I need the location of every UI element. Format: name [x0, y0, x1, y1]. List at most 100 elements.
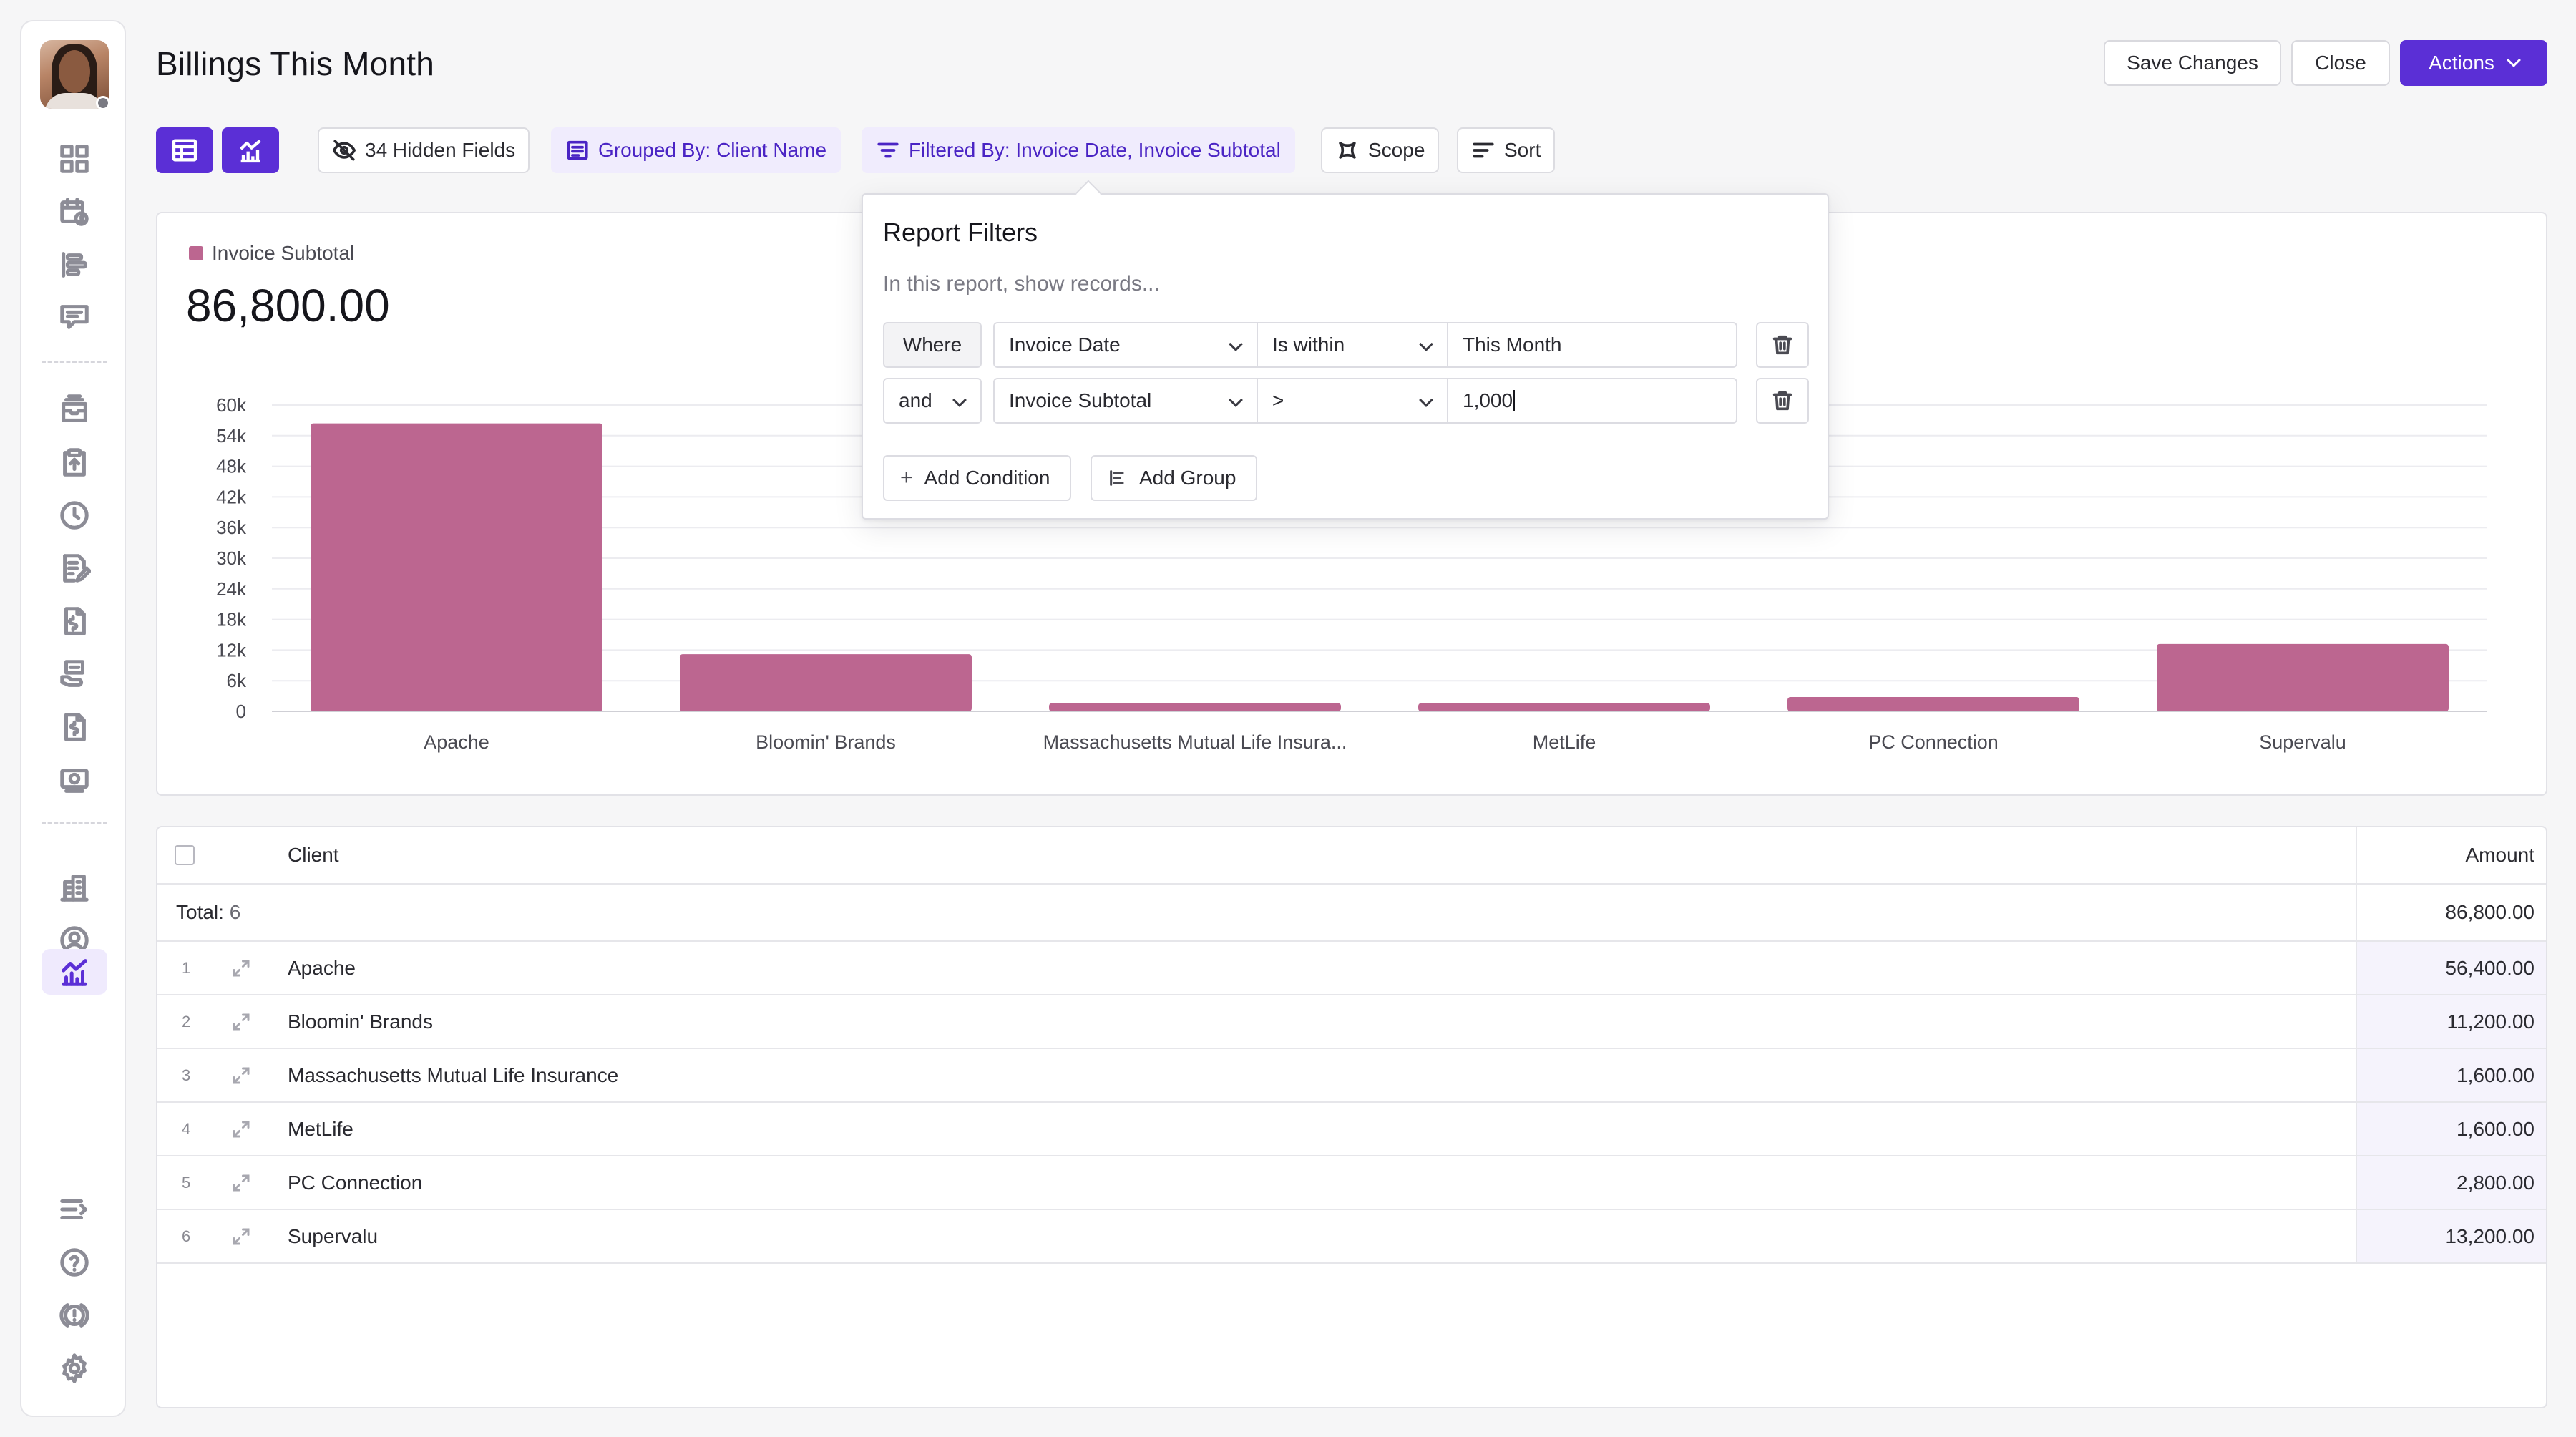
grouped-by-label: Grouped By: Client Name	[598, 139, 827, 161]
timeline-icon[interactable]	[54, 245, 94, 285]
filtered-by-label: Filtered By: Invoice Date, Invoice Subto…	[909, 139, 1281, 161]
row-index: 6	[182, 1227, 191, 1245]
table-row[interactable]: 1 Apache 56,400.00	[157, 942, 2546, 995]
condition-1-operator-select[interactable]: Is within	[1257, 322, 1448, 368]
data-table: Client Amount Total: 6 86,800.00 1 Apache…	[156, 826, 2547, 1408]
expand-row-icon[interactable]	[230, 1172, 252, 1194]
clock-icon[interactable]	[54, 495, 94, 535]
hidden-fields-button[interactable]: 34 Hidden Fields	[318, 127, 530, 173]
feedback-icon[interactable]	[54, 1295, 94, 1335]
bar[interactable]	[1787, 697, 2079, 711]
table-row[interactable]: 2 Bloomin' Brands 11,200.00	[157, 995, 2546, 1049]
bar[interactable]	[1418, 703, 1710, 711]
delete-condition-2-button[interactable]	[1756, 378, 1809, 424]
add-condition-label: Add Condition	[924, 467, 1050, 489]
row-index: 1	[182, 958, 191, 977]
column-header-client[interactable]: Client	[288, 844, 339, 867]
table-view-button[interactable]	[156, 127, 213, 173]
plus-icon: +	[900, 466, 913, 489]
x-tick-label: MetLife	[1533, 731, 1596, 753]
trash-icon	[1772, 335, 1792, 355]
bar[interactable]	[680, 654, 972, 711]
amount-cell: 56,400.00	[2356, 942, 2546, 994]
sort-button[interactable]: Sort	[1457, 127, 1556, 173]
chevron-down-icon	[1419, 393, 1433, 407]
amount-cell: 13,200.00	[2356, 1210, 2546, 1262]
y-tick-label: 42k	[216, 486, 247, 507]
add-group-button[interactable]: Add Group	[1091, 455, 1258, 501]
bar[interactable]	[1049, 703, 1341, 711]
expand-row-icon[interactable]	[230, 1119, 252, 1140]
table-row[interactable]: 5 PC Connection 2,800.00	[157, 1156, 2546, 1210]
client-cell: MetLife	[288, 1117, 353, 1140]
amount-value: 13,200.00	[2445, 1224, 2534, 1247]
chevron-down-icon	[952, 393, 967, 407]
client-cell: Supervalu	[288, 1224, 379, 1247]
condition-1-field: Invoice Date	[1009, 333, 1121, 356]
status-dot	[96, 96, 110, 110]
table-row[interactable]: 3 Massachusetts Mutual Life Insurance 1,60…	[157, 1049, 2546, 1103]
collapse-menu-icon[interactable]	[54, 1189, 94, 1229]
payments-icon[interactable]	[54, 654, 94, 694]
messages-icon[interactable]	[54, 298, 94, 338]
reports-icon[interactable]	[42, 949, 107, 995]
dashboard-icon[interactable]	[54, 139, 94, 179]
add-condition-button[interactable]: + Add Condition	[883, 455, 1072, 501]
condition-1-field-select[interactable]: Invoice Date	[993, 322, 1258, 368]
row-index: 5	[182, 1173, 191, 1192]
table-row[interactable]: 4 MetLife 1,600.00	[157, 1103, 2546, 1156]
amount-cell: 1,600.00	[2356, 1103, 2546, 1155]
conjunction-value: and	[899, 389, 932, 411]
chevron-down-icon	[2507, 53, 2521, 67]
x-tick-label: Massachusetts Mutual Life Insura...	[1043, 731, 1347, 753]
row-index: 2	[182, 1012, 191, 1031]
expand-row-icon[interactable]	[230, 1011, 252, 1033]
save-changes-button[interactable]: Save Changes	[2104, 40, 2281, 86]
amount-value: 2,800.00	[2457, 1171, 2534, 1194]
bar[interactable]	[2157, 643, 2449, 711]
delete-condition-1-button[interactable]	[1756, 322, 1809, 368]
condition-2-operator-select[interactable]: >	[1257, 378, 1448, 424]
company-icon[interactable]	[54, 867, 94, 907]
condition-2-value-input[interactable]: 1,000	[1447, 378, 1737, 424]
scope-button[interactable]: Scope	[1321, 127, 1440, 173]
total-label: Total:	[176, 901, 224, 923]
grouped-by-button[interactable]: Grouped By: Client Name	[551, 127, 841, 173]
y-tick-label: 54k	[216, 425, 247, 447]
actions-label: Actions	[2429, 52, 2494, 74]
column-header-amount[interactable]: Amount	[2356, 827, 2546, 883]
calendar-clock-icon[interactable]	[54, 192, 94, 232]
inbox-icon[interactable]	[54, 389, 94, 429]
task-upload-icon[interactable]	[54, 442, 94, 482]
notes-icon[interactable]	[54, 548, 94, 588]
row-index: 4	[182, 1119, 191, 1138]
expenses-icon[interactable]	[54, 760, 94, 800]
condition-1-value-input[interactable]: This Month	[1447, 322, 1737, 368]
select-all-checkbox[interactable]	[175, 845, 195, 865]
table-header-row: Client Amount	[157, 827, 2546, 885]
chart-view-button[interactable]	[222, 127, 279, 173]
close-button[interactable]: Close	[2291, 40, 2390, 86]
filtered-by-button[interactable]: Filtered By: Invoice Date, Invoice Subto…	[862, 127, 1295, 173]
y-tick-label: 18k	[216, 609, 247, 630]
expand-row-icon[interactable]	[230, 1065, 252, 1086]
condition-2-operator: >	[1272, 389, 1284, 411]
amount-value: 1,600.00	[2457, 1117, 2534, 1140]
conjunction-select[interactable]: and	[883, 378, 982, 424]
settings-icon[interactable]	[54, 1348, 94, 1388]
help-icon[interactable]	[54, 1242, 94, 1282]
sidebar	[20, 20, 126, 1417]
bar[interactable]	[311, 423, 602, 711]
sort-icon	[1473, 142, 1494, 158]
condition-2-field-select[interactable]: Invoice Subtotal	[993, 378, 1258, 424]
total-count: Total: 6	[176, 901, 240, 924]
billing-doc-icon[interactable]	[54, 707, 94, 747]
expand-row-icon[interactable]	[230, 958, 252, 979]
add-group-label: Add Group	[1139, 467, 1236, 489]
expand-row-icon[interactable]	[230, 1226, 252, 1247]
scope-label: Scope	[1368, 139, 1425, 161]
table-row[interactable]: 6 Supervalu 13,200.00	[157, 1210, 2546, 1264]
chart-icon	[240, 140, 261, 163]
invoice-icon[interactable]	[54, 601, 94, 641]
actions-button[interactable]: Actions	[2400, 40, 2547, 86]
